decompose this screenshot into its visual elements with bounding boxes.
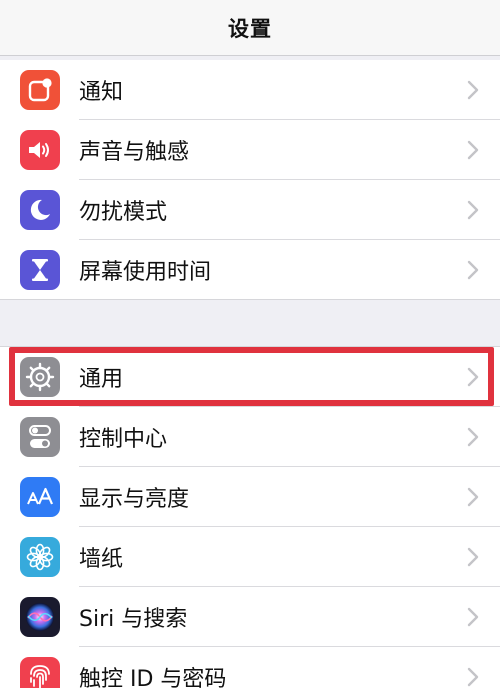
notifications-icon — [20, 70, 60, 110]
chevron-right-icon — [467, 607, 479, 627]
chevron-right-icon — [467, 260, 479, 280]
navigation-bar: 设置 — [0, 0, 500, 56]
chevron-right-icon — [467, 80, 479, 100]
settings-group-1: 通知 声音与触感 勿扰模式 屏幕使用时间 — [0, 60, 500, 300]
flower-icon — [20, 537, 60, 577]
settings-row-screen-time[interactable]: 屏幕使用时间 — [0, 240, 500, 300]
chevron-right-icon — [467, 200, 479, 220]
chevron-right-icon — [467, 547, 479, 567]
fingerprint-icon — [20, 657, 60, 688]
settings-row-label: 勿扰模式 — [79, 200, 168, 225]
settings-row-label: 控制中心 — [79, 427, 168, 452]
settings-screen: 设置 通知 声音与触感 勿扰模式 屏幕使用时间 通用 控制中心 显示与亮度 墙纸… — [0, 0, 500, 688]
settings-row-label: 触控 ID 与密码 — [79, 667, 227, 688]
settings-row-notifications[interactable]: 通知 — [0, 60, 500, 120]
settings-row-siri-search[interactable]: Siri 与搜索 — [0, 587, 500, 647]
toggles-icon — [20, 417, 60, 457]
settings-row-do-not-disturb[interactable]: 勿扰模式 — [0, 180, 500, 240]
chevron-right-icon — [467, 367, 479, 387]
chevron-right-icon — [467, 667, 479, 687]
settings-row-label: 屏幕使用时间 — [79, 260, 212, 285]
settings-row-general[interactable]: 通用 — [0, 347, 500, 407]
settings-row-sounds[interactable]: 声音与触感 — [0, 120, 500, 180]
siri-icon — [20, 597, 60, 637]
settings-row-label: Siri 与搜索 — [79, 607, 188, 632]
settings-row-label: 显示与亮度 — [79, 487, 190, 512]
settings-group-2: 通用 控制中心 显示与亮度 墙纸 Siri 与搜索 触控 ID 与密码 — [0, 346, 500, 688]
chevron-right-icon — [467, 140, 479, 160]
moon-icon — [20, 190, 60, 230]
settings-row-label: 墙纸 — [79, 547, 124, 572]
gear-icon — [20, 357, 60, 397]
settings-row-wallpaper[interactable]: 墙纸 — [0, 527, 500, 587]
page-title: 设置 — [228, 16, 272, 41]
settings-row-control-center[interactable]: 控制中心 — [0, 407, 500, 467]
text-size-icon — [20, 477, 60, 517]
settings-row-label: 声音与触感 — [79, 140, 190, 165]
settings-row-touch-id-passcode[interactable]: 触控 ID 与密码 — [0, 647, 500, 688]
chevron-right-icon — [467, 427, 479, 447]
settings-row-display-brightness[interactable]: 显示与亮度 — [0, 467, 500, 527]
speaker-icon — [20, 130, 60, 170]
chevron-right-icon — [467, 487, 479, 507]
settings-row-label: 通用 — [79, 367, 124, 392]
settings-row-label: 通知 — [79, 80, 124, 105]
hourglass-icon — [20, 250, 60, 290]
